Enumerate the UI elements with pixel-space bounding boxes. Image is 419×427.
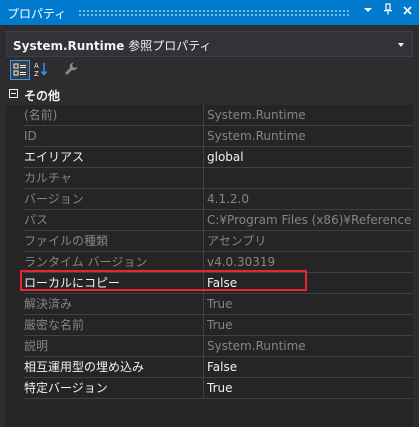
property-name: エイリアス bbox=[24, 150, 85, 164]
property-row[interactable]: エイリアス global bbox=[6, 147, 413, 168]
property-value: True bbox=[207, 318, 233, 332]
property-name: カルチャ bbox=[24, 171, 72, 185]
property-toolbar: A Z bbox=[6, 59, 413, 81]
property-name: 特定バージョン bbox=[24, 381, 108, 395]
object-type: 参照プロパティ bbox=[128, 39, 212, 53]
property-name: (名前) bbox=[24, 108, 58, 122]
property-row[interactable]: カルチャ bbox=[6, 168, 413, 189]
svg-text:A: A bbox=[34, 62, 39, 70]
chevron-down-icon bbox=[398, 43, 404, 47]
property-row[interactable]: バージョン 4.1.2.0 bbox=[6, 189, 413, 210]
property-value: 4.1.2.0 bbox=[207, 192, 249, 206]
pin-icon bbox=[384, 3, 392, 15]
sort-alphabetical-icon: A Z bbox=[34, 62, 48, 78]
property-value: v4.0.30319 bbox=[207, 255, 276, 269]
category-label: その他 bbox=[24, 89, 61, 103]
property-value: アセンブリ bbox=[207, 234, 267, 248]
window-title: プロパティ bbox=[7, 7, 67, 21]
object-name: System.Runtime bbox=[13, 39, 125, 53]
property-name: パス bbox=[24, 213, 49, 227]
property-pages-button[interactable] bbox=[62, 60, 82, 80]
property-row[interactable]: ID System.Runtime bbox=[6, 126, 413, 147]
property-name: 説明 bbox=[24, 339, 49, 353]
property-name: ファイルの種類 bbox=[24, 234, 109, 248]
property-row[interactable]: (名前) System.Runtime bbox=[6, 105, 413, 126]
property-value[interactable]: global bbox=[205, 147, 413, 167]
property-name: ID bbox=[24, 129, 37, 143]
property-name: 解決済み bbox=[24, 297, 73, 311]
property-grid: その他 (名前) System.Runtime ID System.Runtime エイ… bbox=[6, 84, 413, 427]
titlebar-grip bbox=[78, 9, 351, 16]
chevron-down-icon bbox=[364, 8, 372, 12]
property-name: バージョン bbox=[24, 192, 84, 206]
wrench-icon bbox=[65, 62, 78, 75]
window-titlebar[interactable]: プロパティ bbox=[0, 0, 419, 25]
property-name: 相互運用型の埋め込み bbox=[24, 360, 145, 374]
property-value: System.Runtime bbox=[207, 129, 306, 143]
property-value[interactable]: False bbox=[205, 357, 413, 377]
property-row[interactable]: 解決済み True bbox=[6, 294, 413, 315]
property-name: ランタイム バージョン bbox=[24, 255, 148, 269]
alphabetical-button[interactable]: A Z bbox=[32, 60, 52, 80]
property-name: 厳密な名前 bbox=[24, 318, 85, 332]
collapse-icon[interactable] bbox=[9, 89, 18, 98]
close-icon bbox=[402, 6, 412, 15]
property-row[interactable]: パス C:¥Program Files (x86)¥Reference bbox=[6, 210, 413, 231]
property-value[interactable]: True bbox=[205, 378, 413, 398]
annotation-highlight-box bbox=[20, 270, 307, 291]
property-value: System.Runtime bbox=[207, 339, 306, 353]
property-value: System.Runtime bbox=[207, 108, 306, 122]
property-value: C:¥Program Files (x86)¥Reference bbox=[207, 213, 412, 227]
category-row[interactable]: その他 bbox=[6, 84, 413, 105]
svg-text:Z: Z bbox=[34, 70, 39, 78]
property-row[interactable]: 厳密な名前 True bbox=[6, 315, 413, 336]
object-selector-label: System.Runtime 参照プロパティ bbox=[13, 37, 211, 54]
close-button[interactable] bbox=[398, 3, 416, 21]
property-rows: (名前) System.Runtime ID System.Runtime エイリアス g… bbox=[6, 105, 413, 399]
property-row[interactable]: ファイルの種類 アセンブリ bbox=[6, 231, 413, 252]
pin-button[interactable] bbox=[379, 3, 397, 21]
object-selector[interactable]: System.Runtime 参照プロパティ bbox=[6, 31, 413, 57]
window-dropdown-button[interactable] bbox=[359, 3, 377, 21]
categorized-icon bbox=[13, 63, 26, 76]
property-row[interactable]: 特定バージョン True bbox=[6, 378, 413, 399]
categorized-button[interactable] bbox=[10, 60, 30, 80]
property-row[interactable]: 相互運用型の埋め込み False bbox=[6, 357, 413, 378]
property-row[interactable]: 説明 System.Runtime bbox=[6, 336, 413, 357]
property-value: True bbox=[207, 297, 233, 311]
property-value bbox=[205, 168, 413, 188]
